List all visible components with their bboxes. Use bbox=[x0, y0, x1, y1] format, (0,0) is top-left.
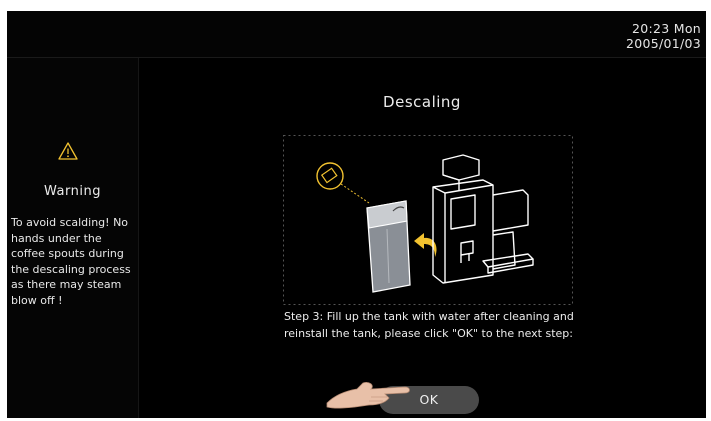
clock: 20:23 Mon 2005/01/03 bbox=[626, 21, 701, 51]
clock-time: 20:23 Mon bbox=[631, 21, 701, 36]
warning-icon bbox=[58, 142, 78, 160]
page-title: Descaling bbox=[383, 93, 461, 111]
warning-text: To avoid scalding! No hands under the co… bbox=[11, 216, 131, 307]
warning-title: Warning bbox=[44, 184, 101, 199]
pointing-hand-icon bbox=[326, 382, 410, 409]
step-instruction: Step 3: Fill up the tank with water afte… bbox=[284, 310, 574, 340]
warning-panel: Warning To avoid scalding! No hands unde… bbox=[7, 58, 139, 418]
clock-date: 2005/01/03 bbox=[625, 36, 701, 51]
water-tank-illustration bbox=[366, 200, 411, 293]
descaling-screen: 20:23 Mon 2005/01/03 Warning To avoid sc… bbox=[7, 11, 706, 418]
pour-water-icon bbox=[316, 162, 370, 204]
status-bar: 20:23 Mon 2005/01/03 bbox=[7, 11, 706, 58]
descaling-illustration bbox=[283, 135, 573, 305]
coffee-machine-illustration bbox=[432, 154, 534, 284]
